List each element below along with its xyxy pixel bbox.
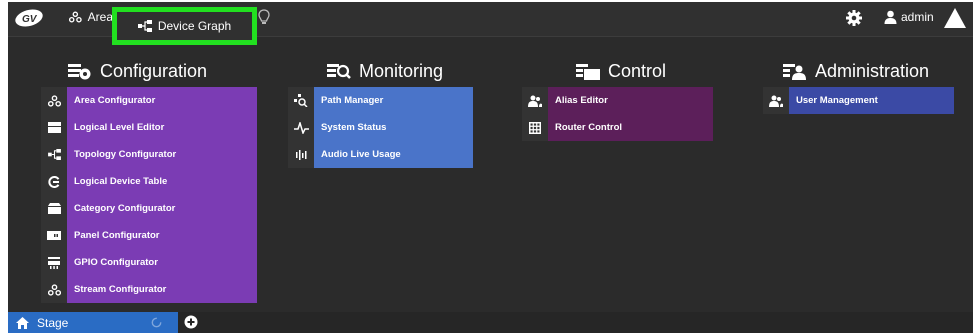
router-control-label: Router Control (548, 114, 713, 141)
stage-tab[interactable]: Stage (8, 312, 178, 333)
device-graph-label: Device Graph (157, 19, 232, 33)
device-table-icon (48, 175, 60, 188)
user-management-label: User Management (789, 87, 954, 114)
area-configurator-item[interactable]: Area Configurator (41, 87, 257, 114)
lightbulb-icon[interactable] (258, 9, 270, 27)
gpio-configurator-item[interactable]: GPIO Configurator (41, 249, 257, 276)
alias-editor-item[interactable]: Alias Editor (522, 87, 713, 114)
panel-configurator-label: Panel Configurator (67, 222, 257, 249)
audio-live-usage-item[interactable]: Audio Live Usage (288, 141, 473, 168)
path-manager-label: Path Manager (314, 87, 473, 114)
category-configurator-item[interactable]: Category Configurator (41, 195, 257, 222)
stream-icon (47, 283, 61, 296)
logical-device-table-item[interactable]: Logical Device Table (41, 168, 257, 195)
stream-configurator-item[interactable]: Stream Configurator (41, 276, 257, 303)
category-icon (47, 203, 61, 214)
home-icon (16, 316, 29, 329)
topology-icon (47, 149, 61, 160)
path-manager-item[interactable]: Path Manager (288, 87, 473, 114)
pulse-icon (293, 121, 309, 134)
area-menu[interactable]: Area (69, 10, 113, 24)
gear-icon[interactable] (846, 10, 862, 26)
configuration-header: Configuration (68, 59, 207, 83)
configuration-icon (68, 64, 91, 80)
area-icon (47, 94, 61, 107)
area-menu-label: Area (87, 10, 113, 24)
area-icon (69, 11, 82, 23)
logical-level-editor-label: Logical Level Editor (67, 114, 257, 141)
stream-configurator-label: Stream Configurator (67, 276, 257, 303)
administration-list: User Management (763, 87, 954, 114)
configuration-list: Area Configurator Logical Level Editor T… (41, 87, 257, 303)
path-icon (294, 94, 308, 107)
monitoring-icon (327, 64, 351, 79)
administration-title: Administration (815, 60, 930, 81)
topology-configurator-label: Topology Configurator (67, 141, 257, 168)
bottom-tabbar: Stage (8, 312, 973, 333)
add-tab-icon[interactable] (184, 315, 198, 329)
audio-live-usage-label: Audio Live Usage (314, 141, 473, 168)
topology-configurator-item[interactable]: Topology Configurator (41, 141, 257, 168)
control-header: Control (576, 59, 666, 83)
control-title: Control (608, 60, 667, 81)
user-menu[interactable]: admin (884, 10, 934, 24)
user-icon (884, 10, 897, 24)
monitoring-title: Monitoring (359, 60, 444, 81)
svg-text:GV: GV (22, 14, 38, 25)
category-configurator-label: Category Configurator (67, 195, 257, 222)
area-configurator-label: Area Configurator (67, 87, 257, 114)
device-graph-button[interactable]: Device Graph (112, 7, 257, 45)
logical-level-editor-item[interactable]: Logical Level Editor (41, 114, 257, 141)
gpio-icon (48, 256, 60, 269)
loading-spinner-icon (151, 317, 162, 328)
configuration-title: Configuration (100, 60, 208, 81)
user-management-item[interactable]: User Management (763, 87, 954, 114)
stage-tab-label: Stage (37, 315, 69, 330)
panel-configurator-item[interactable]: Panel Configurator (41, 222, 257, 249)
app-logo[interactable]: GV (14, 8, 44, 28)
top-toolbar: GV Area Device Graph admin (8, 2, 973, 45)
gpio-configurator-label: GPIO Configurator (67, 249, 257, 276)
administration-header: Administration (783, 59, 929, 83)
control-list: Alias Editor Router Control (522, 87, 713, 141)
app-window: GV Area Device Graph admin Configuration… (8, 2, 973, 333)
level-icon (47, 122, 61, 133)
device-graph-icon (137, 20, 152, 32)
alias-editor-label: Alias Editor (548, 87, 713, 114)
control-icon (576, 64, 600, 80)
system-status-item[interactable]: System Status (288, 114, 473, 141)
monitoring-header: Monitoring (327, 59, 443, 83)
administration-icon (783, 64, 806, 80)
grid-icon (529, 121, 541, 134)
users-icon (769, 95, 783, 107)
monitoring-list: Path Manager System Status Audio Live Us… (288, 87, 473, 168)
system-status-label: System Status (314, 114, 473, 141)
panel-icon (47, 231, 61, 240)
audio-icon (295, 149, 306, 160)
alert-icon[interactable] (943, 6, 967, 30)
router-control-item[interactable]: Router Control (522, 114, 713, 141)
user-name: admin (901, 10, 934, 24)
logical-device-table-label: Logical Device Table (67, 168, 257, 195)
alias-icon (528, 95, 542, 107)
main-panel: Configuration Area Configurator Logical … (8, 38, 973, 312)
